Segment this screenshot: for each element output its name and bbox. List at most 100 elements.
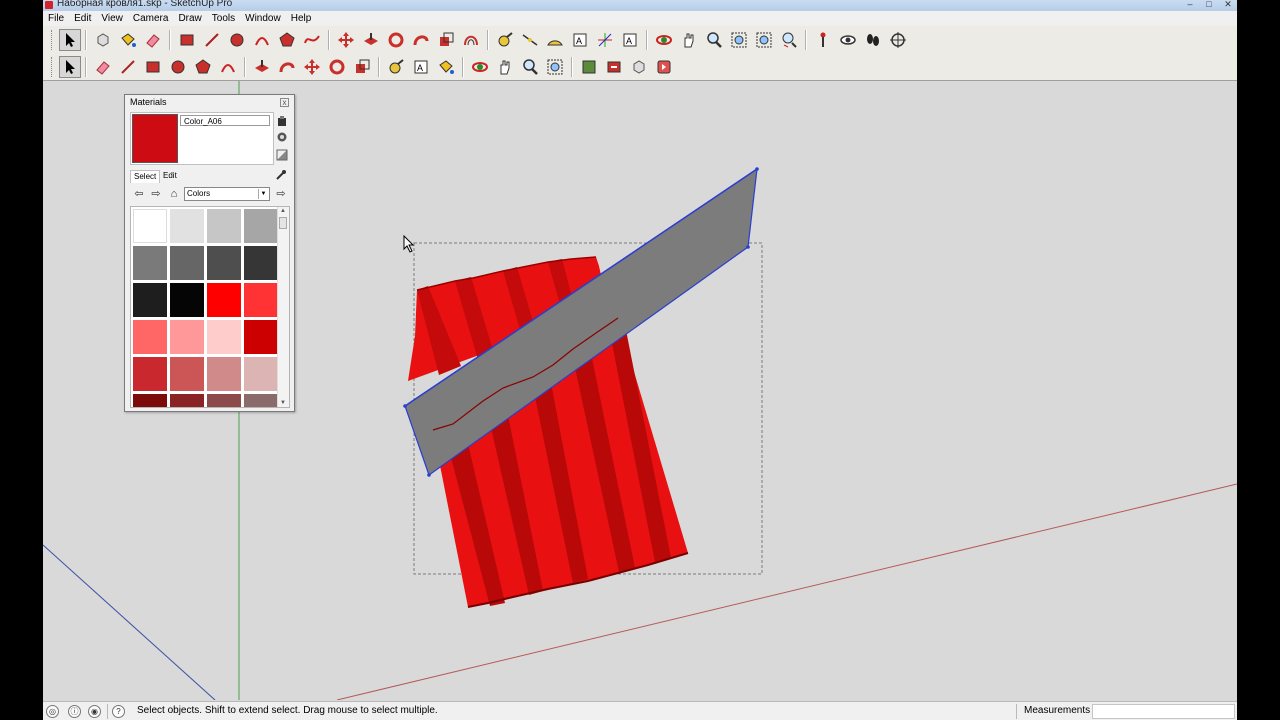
3d-text-button[interactable]: A [618,28,642,52]
protractor-button[interactable] [543,28,567,52]
material-swatch[interactable] [207,209,241,243]
home-icon[interactable]: ⌂ [168,188,180,200]
menu-window[interactable]: Window [240,11,286,26]
rectangle-button[interactable] [175,28,199,52]
tape-measure-button[interactable] [493,28,517,52]
scale-button[interactable] [434,28,458,52]
offset-button[interactable] [459,28,483,52]
details-arrow-icon[interactable]: ⇨ [275,188,287,200]
polygon-button[interactable] [191,55,215,79]
scroll-up-icon[interactable]: ▲ [278,207,288,215]
material-swatch[interactable] [133,394,167,407]
forward-arrow-icon[interactable]: ⇨ [150,188,162,200]
menu-file[interactable]: File [43,11,69,26]
zoom-button[interactable] [518,55,542,79]
current-material-swatch[interactable] [132,114,178,163]
toolbar-grip[interactable] [51,57,55,77]
material-swatch[interactable] [133,357,167,391]
pan-button[interactable] [677,28,701,52]
material-swatch[interactable] [244,246,278,280]
help-icon[interactable]: ? [112,705,125,718]
line-button[interactable] [200,28,224,52]
rotate-button[interactable] [384,28,408,52]
back-arrow-icon[interactable]: ⇦ [133,188,145,200]
dimension-button[interactable] [518,28,542,52]
material-swatch[interactable] [244,209,278,243]
text-button[interactable]: A [409,55,433,79]
zoom-extents-button[interactable] [543,55,567,79]
menu-edit[interactable]: Edit [69,11,96,26]
measurements-input[interactable] [1092,704,1235,719]
tape-measure-button[interactable] [384,55,408,79]
material-swatch[interactable] [170,357,204,391]
material-swatch[interactable] [207,357,241,391]
circle-button[interactable] [225,28,249,52]
component-button[interactable] [91,28,115,52]
text-button[interactable]: A [568,28,592,52]
menu-tools[interactable]: Tools [207,11,240,26]
freehand-button[interactable] [300,28,324,52]
material-swatch[interactable] [133,283,167,317]
eyedropper-icon[interactable] [275,169,287,181]
line-button[interactable] [116,55,140,79]
paint-bucket-button[interactable] [116,28,140,52]
menu-draw[interactable]: Draw [173,11,206,26]
georeference-icon[interactable]: ◎ [46,705,59,718]
follow-me-button[interactable] [275,55,299,79]
menu-view[interactable]: View [96,11,128,26]
eraser-button[interactable] [91,55,115,79]
share-model-button[interactable] [602,55,626,79]
material-swatch[interactable] [244,394,278,407]
create-material-icon[interactable] [276,115,288,127]
material-name-field[interactable]: Color_A06 [180,115,270,126]
maximize-button[interactable]: □ [1200,0,1218,9]
material-swatch[interactable] [207,283,241,317]
menu-camera[interactable]: Camera [128,11,174,26]
pan-button[interactable] [493,55,517,79]
materials-close-button[interactable]: x [280,98,289,107]
components-button[interactable] [627,55,651,79]
menu-help[interactable]: Help [286,11,317,26]
previous-view-button[interactable] [777,28,801,52]
section-plane-button[interactable] [886,28,910,52]
user-icon[interactable]: ◉ [88,705,101,718]
material-swatch[interactable] [170,320,204,354]
material-swatch[interactable] [170,394,204,407]
material-swatch[interactable] [244,320,278,354]
push-pull-button[interactable] [250,55,274,79]
look-around-button[interactable] [836,28,860,52]
arc-button[interactable] [250,28,274,52]
rectangle-button[interactable] [141,55,165,79]
orbit-button[interactable] [468,55,492,79]
follow-me-button[interactable] [409,28,433,52]
axes-button[interactable] [593,28,617,52]
scroll-down-icon[interactable]: ▼ [278,399,288,407]
walk-button[interactable] [861,28,885,52]
select-button[interactable] [58,29,81,51]
rotate-button[interactable] [325,55,349,79]
toolbar-grip[interactable] [51,30,55,50]
polygon-button[interactable] [275,28,299,52]
eraser-button[interactable] [141,28,165,52]
arc-button[interactable] [216,55,240,79]
close-window-button[interactable]: ✕ [1219,0,1237,9]
material-swatch[interactable] [170,209,204,243]
library-dropdown[interactable]: Colors ▼ [184,187,270,201]
zoom-window-button[interactable] [727,28,751,52]
zoom-button[interactable] [702,28,726,52]
tab-select[interactable]: Select [130,170,161,183]
material-swatch[interactable] [207,246,241,280]
push-pull-button[interactable] [359,28,383,52]
material-swatch[interactable] [207,320,241,354]
paint-bucket-button[interactable] [434,55,458,79]
move-button[interactable] [334,28,358,52]
select-button[interactable] [58,56,81,78]
scroll-thumb[interactable] [279,217,287,229]
scale-button[interactable] [350,55,374,79]
material-swatch[interactable] [133,320,167,354]
default-material-icon[interactable] [276,149,288,161]
material-swatch[interactable] [133,209,167,243]
credits-icon[interactable]: ⓘ [68,705,81,718]
material-swatch[interactable] [207,394,241,407]
swatch-scrollbar[interactable]: ▲ ▼ [277,207,289,407]
